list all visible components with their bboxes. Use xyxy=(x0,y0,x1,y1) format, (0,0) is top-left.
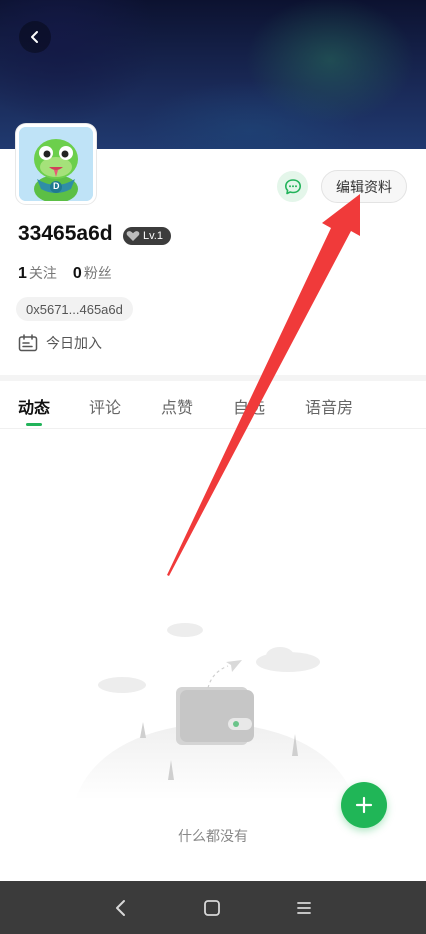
followers-stat[interactable]: 0 粉丝 xyxy=(73,263,112,283)
nav-home-icon xyxy=(204,900,220,916)
tab-bar: 动态 评论 点赞 自选 语音房 xyxy=(0,381,426,429)
following-stat[interactable]: 1 关注 xyxy=(18,263,57,283)
avatar-badge-letter: D xyxy=(53,181,60,191)
heart-icon xyxy=(126,231,140,241)
join-date-label: 今日加入 xyxy=(46,336,102,352)
followers-label: 粉丝 xyxy=(83,266,112,282)
nav-back-icon xyxy=(116,900,125,916)
wallet-address[interactable]: 0x5671...465a6d xyxy=(16,297,133,321)
tab-watchlist[interactable]: 自选 xyxy=(233,394,265,418)
tab-likes[interactable]: 点赞 xyxy=(161,394,193,418)
tab-voice-room[interactable]: 语音房 xyxy=(305,394,353,418)
avatar[interactable]: D xyxy=(16,124,96,204)
message-button[interactable] xyxy=(277,171,308,202)
level-label: Lv.1 xyxy=(143,230,163,242)
join-date: 今日加入 xyxy=(18,333,102,353)
add-post-button[interactable] xyxy=(341,782,387,828)
plus-icon xyxy=(355,796,373,814)
follow-stats: 1 关注 0 粉丝 xyxy=(18,263,112,283)
username: 33465a6d xyxy=(18,222,113,245)
back-icon xyxy=(31,31,38,43)
level-badge: Lv.1 xyxy=(123,227,171,245)
edit-profile-button[interactable]: 编辑资料 xyxy=(321,170,407,203)
empty-state-text: 什么都没有 xyxy=(178,829,248,845)
tab-active-indicator xyxy=(26,423,42,426)
system-navigation-bar xyxy=(0,881,426,934)
nav-menu-icon xyxy=(297,902,311,914)
nav-back-button[interactable] xyxy=(106,893,136,923)
followers-count: 0 xyxy=(72,265,82,282)
following-label: 关注 xyxy=(28,266,57,282)
tab-comments[interactable]: 评论 xyxy=(89,394,121,418)
nav-menu-button[interactable] xyxy=(289,893,319,923)
message-icon xyxy=(284,178,301,194)
nav-home-button[interactable] xyxy=(197,893,227,923)
empty-state-illustration xyxy=(75,623,355,800)
tab-posts[interactable]: 动态 xyxy=(18,394,50,418)
back-button[interactable] xyxy=(19,21,51,53)
following-count: 1 xyxy=(18,265,27,282)
calendar-icon xyxy=(18,334,38,352)
